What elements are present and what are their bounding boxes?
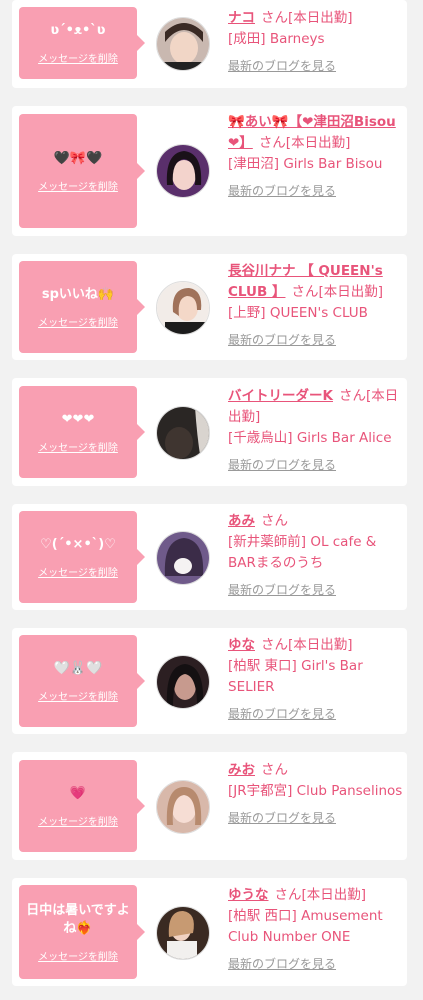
list-item: 日中は暑いですよね❤‍🔥 メッセージを削除 ゆうな さん[本日出勤] [柏駅 西口… — [12, 878, 407, 986]
list-item: spいいね🙌 メッセージを削除 長谷川ナナ 【 QUEEN's CLUB 】さん… — [12, 254, 407, 360]
name-line: みお さん — [228, 760, 404, 781]
shop-text: [柏駅 西口] Amusement Club Number ONE — [228, 908, 383, 945]
item-info: ナコ さん[本日出勤] [成田] Barneys 最新のブログを見る — [228, 8, 404, 77]
latest-blog-link[interactable]: 最新のブログを見る — [228, 181, 336, 202]
shop-text: [新井薬師前] OL cafe & BARまるのうち — [228, 534, 377, 571]
shop-text: [柏駅 東口] Girl's Bar SELIER — [228, 658, 363, 695]
avatar[interactable] — [156, 17, 210, 71]
delete-message-link[interactable]: メッセージを削除 — [38, 948, 118, 963]
name-line: バイトリーダーK さん[本日出勤] — [228, 386, 404, 428]
item-info: 🎀あい🎀【❤津田沼Bisou❤】 さん[本日出勤] [津田沼] Girls Bar… — [228, 112, 404, 202]
cast-name-link[interactable]: みお — [228, 762, 255, 778]
latest-blog-link[interactable]: 最新のブログを見る — [228, 704, 336, 725]
message-text: ʋ´•ᴥ•`ʋ — [50, 22, 106, 38]
shop-text: [JR宇都宮] Club Panselinos — [228, 783, 403, 799]
latest-blog-link[interactable]: 最新のブログを見る — [228, 455, 336, 476]
status-text: さん[本日出勤] — [291, 284, 384, 300]
message-bubble: spいいね🙌 メッセージを削除 — [19, 261, 145, 353]
message-bubble: ♡(ˊ•×•ˋ)♡ メッセージを削除 — [19, 511, 145, 603]
item-info: バイトリーダーK さん[本日出勤] [千歳烏山] Girls Bar Alice … — [228, 386, 404, 476]
list-item: ♡(ˊ•×•ˋ)♡ メッセージを削除 あみ さん [新井薬師前] OL cafe … — [12, 504, 407, 610]
avatar-photo — [157, 18, 209, 70]
message-bubble: ❤❤❤ メッセージを削除 — [19, 386, 145, 478]
name-line: ゆうな さん[本日出勤] — [228, 885, 404, 906]
status-text: さん[本日出勤] — [261, 637, 353, 653]
avatar-photo — [157, 781, 209, 833]
delete-message-link[interactable]: メッセージを削除 — [38, 178, 118, 193]
avatar[interactable] — [156, 531, 210, 585]
cast-name-link[interactable]: ゆうな — [228, 887, 269, 903]
cast-name-link[interactable]: ゆな — [228, 637, 255, 653]
list-item: 🖤🎀🖤 メッセージを削除 🎀あい🎀【❤津田沼Bisou❤】 さん[本日出勤] [津… — [12, 106, 407, 236]
latest-blog-link[interactable]: 最新のブログを見る — [228, 330, 336, 351]
message-bubble: 🖤🎀🖤 メッセージを削除 — [19, 114, 145, 228]
shop-text: [津田沼] Girls Bar Bisou — [228, 156, 383, 172]
list-item: 🤍🐰🤍 メッセージを削除 ゆな さん[本日出勤] [柏駅 東口] Girl's B… — [12, 628, 407, 734]
item-info: ゆな さん[本日出勤] [柏駅 東口] Girl's Bar SELIER 最新の… — [228, 635, 404, 725]
message-text: ♡(ˊ•×•ˋ)♡ — [40, 536, 116, 552]
latest-blog-link[interactable]: 最新のブログを見る — [228, 56, 336, 77]
message-text: spいいね🙌 — [41, 286, 115, 302]
status-text: さん[本日出勤] — [261, 10, 353, 26]
shop-text: [上野] QUEEN's CLUB — [228, 305, 368, 321]
avatar-photo — [157, 656, 209, 708]
cast-name-link[interactable]: バイトリーダーK — [228, 388, 333, 404]
message-text: 🖤🎀🖤 — [53, 150, 103, 166]
status-text: さん[本日出勤] — [274, 887, 367, 903]
list-item: 💗 メッセージを削除 みお さん [JR宇都宮] Club Panselinos … — [12, 752, 407, 860]
name-line: 🎀あい🎀【❤津田沼Bisou❤】 さん[本日出勤] — [228, 112, 404, 154]
avatar[interactable] — [156, 780, 210, 834]
list-item: ❤❤❤ メッセージを削除 バイトリーダーK さん[本日出勤] [千歳烏山] Gir… — [12, 378, 407, 486]
message-bubble: 💗 メッセージを削除 — [19, 760, 145, 852]
name-line: ゆな さん[本日出勤] — [228, 635, 404, 656]
item-info: ゆうな さん[本日出勤] [柏駅 西口] Amusement Club Numbe… — [228, 885, 404, 975]
avatar-photo — [157, 532, 209, 584]
avatar-photo — [157, 907, 209, 959]
avatar[interactable] — [156, 655, 210, 709]
list-item: ʋ´•ᴥ•`ʋ メッセージを削除 ナコ さん[本日出勤] [成田] Barneys… — [12, 0, 407, 88]
delete-message-link[interactable]: メッセージを削除 — [38, 439, 118, 454]
avatar[interactable] — [156, 144, 210, 198]
message-text: 🤍🐰🤍 — [53, 660, 103, 676]
status-text: さん — [261, 513, 288, 529]
cast-name-link[interactable]: あみ — [228, 513, 255, 529]
name-line: ナコ さん[本日出勤] — [228, 8, 404, 29]
avatar[interactable] — [156, 906, 210, 960]
message-text: 日中は暑いですよね❤‍🔥 — [26, 902, 130, 936]
status-text: さん — [261, 762, 288, 778]
latest-blog-link[interactable]: 最新のブログを見る — [228, 808, 336, 829]
cast-name-link[interactable]: ナコ — [228, 10, 255, 26]
latest-blog-link[interactable]: 最新のブログを見る — [228, 954, 336, 975]
avatar[interactable] — [156, 406, 210, 460]
item-info: 長谷川ナナ 【 QUEEN's CLUB 】さん[本日出勤] [上野] QUEE… — [228, 261, 404, 351]
shop-text: [成田] Barneys — [228, 31, 325, 47]
message-bubble: ʋ´•ᴥ•`ʋ メッセージを削除 — [19, 7, 145, 79]
avatar-photo — [157, 282, 209, 334]
delete-message-link[interactable]: メッセージを削除 — [38, 688, 118, 703]
avatar-photo — [157, 145, 209, 197]
shop-text: [千歳烏山] Girls Bar Alice — [228, 430, 392, 446]
delete-message-link[interactable]: メッセージを削除 — [38, 813, 118, 828]
message-bubble: 🤍🐰🤍 メッセージを削除 — [19, 635, 145, 727]
avatar-photo — [157, 407, 209, 459]
status-text: さん[本日出勤] — [258, 135, 351, 151]
delete-message-link[interactable]: メッセージを削除 — [38, 314, 118, 329]
message-list: ʋ´•ᴥ•`ʋ メッセージを削除 ナコ さん[本日出勤] [成田] Barneys… — [0, 0, 423, 1000]
latest-blog-link[interactable]: 最新のブログを見る — [228, 580, 336, 601]
message-text: 💗 — [69, 785, 87, 801]
message-text: ❤❤❤ — [61, 411, 95, 427]
item-info: みお さん [JR宇都宮] Club Panselinos 最新のブログを見る — [228, 760, 404, 829]
delete-message-link[interactable]: メッセージを削除 — [38, 564, 118, 579]
item-info: あみ さん [新井薬師前] OL cafe & BARまるのうち 最新のブログを見… — [228, 511, 404, 601]
delete-message-link[interactable]: メッセージを削除 — [38, 50, 118, 65]
message-bubble: 日中は暑いですよね❤‍🔥 メッセージを削除 — [19, 885, 145, 979]
name-line: 長谷川ナナ 【 QUEEN's CLUB 】さん[本日出勤] — [228, 261, 404, 303]
name-line: あみ さん — [228, 511, 404, 532]
avatar[interactable] — [156, 281, 210, 335]
